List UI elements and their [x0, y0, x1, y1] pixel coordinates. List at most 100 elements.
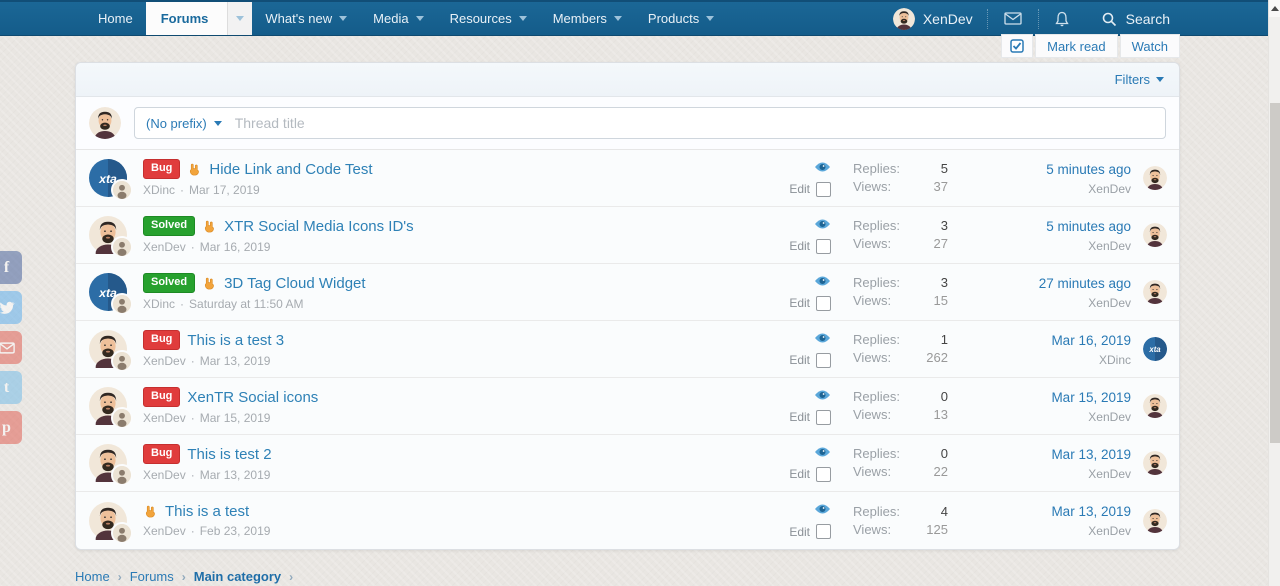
thread-title-link[interactable]: This is a test 3 — [187, 332, 284, 349]
watching-eye-icon — [814, 331, 831, 349]
thread-title-link[interactable]: This is test 2 — [187, 446, 271, 463]
last-post-author[interactable]: XenDev — [983, 467, 1131, 481]
thread-title-input[interactable] — [232, 114, 1154, 132]
thread-author-link[interactable]: XenDev — [143, 524, 186, 538]
views-label: Views: — [853, 236, 892, 251]
bell-icon — [1054, 11, 1069, 26]
replies-count: 0 — [940, 389, 948, 404]
watch-button[interactable]: Watch — [1119, 34, 1180, 58]
nav-item-resources[interactable]: Resources — [437, 2, 540, 35]
thread-author-link[interactable]: XenDev — [143, 240, 186, 254]
last-post-time-link[interactable]: 5 minutes ago — [1046, 162, 1131, 177]
last-poster-avatar[interactable]: xta — [1143, 166, 1167, 190]
thread-title-link[interactable]: XTR Social Media Icons ID's — [224, 218, 414, 235]
prefix-badge[interactable]: Solved — [143, 273, 196, 293]
starter-avatar[interactable]: xta — [89, 387, 133, 429]
edit-checkbox[interactable] — [816, 238, 831, 254]
thread-row: xta Bug Hide Link and Code Test XDinc · … — [76, 150, 1179, 207]
thread-title-link[interactable]: 3D Tag Cloud Widget — [224, 275, 365, 292]
search-icon — [1102, 12, 1116, 26]
prefix-select[interactable]: (No prefix) — [146, 116, 222, 131]
edit-checkbox[interactable] — [816, 352, 831, 368]
thread-author-link[interactable]: XDinc — [143, 297, 175, 311]
last-post-time-link[interactable]: Mar 15, 2019 — [1051, 390, 1131, 405]
last-post-author[interactable]: XenDev — [983, 524, 1131, 538]
thread-author-link[interactable]: XenDev — [143, 354, 186, 368]
breadcrumb-home[interactable]: Home — [75, 569, 110, 584]
tumblr-share-button[interactable]: t — [0, 371, 22, 404]
prefix-badge[interactable]: Bug — [143, 444, 181, 464]
starter-avatar[interactable]: xta — [89, 273, 133, 315]
views-label: Views: — [853, 293, 892, 308]
last-post-time-link[interactable]: 5 minutes ago — [1046, 219, 1131, 234]
edit-checkbox[interactable] — [816, 181, 831, 197]
thread-author-link[interactable]: XenDev — [143, 468, 186, 482]
prefix-badge[interactable]: Solved — [143, 216, 196, 236]
last-post-author[interactable]: XenDev — [983, 410, 1131, 424]
nav-item-members[interactable]: Members — [540, 2, 635, 35]
inbox-button[interactable] — [988, 12, 1038, 25]
starter-avatar[interactable]: xta — [89, 444, 133, 486]
views-count: 27 — [933, 236, 948, 251]
thread-title-link[interactable]: Hide Link and Code Test — [209, 161, 372, 178]
thread-title-link[interactable]: This is a test — [165, 503, 249, 520]
alerts-button[interactable] — [1039, 11, 1085, 27]
scrollbar-thumb[interactable] — [1270, 103, 1280, 443]
chevron-down-icon[interactable] — [227, 2, 253, 35]
scroll-up-button[interactable] — [1269, 0, 1280, 17]
thread-title-link[interactable]: XenTR Social icons — [187, 389, 318, 406]
edit-checkbox[interactable] — [816, 524, 831, 539]
nav-item-whats-new[interactable]: What's new — [252, 2, 360, 35]
nav-item-media[interactable]: Media — [360, 2, 436, 35]
mark-read-button[interactable]: Mark read — [1035, 34, 1118, 58]
edit-checkbox[interactable] — [816, 409, 831, 425]
last-post-author[interactable]: XenDev — [983, 296, 1131, 310]
last-poster-avatar[interactable]: xta — [1143, 280, 1167, 304]
pinterest-share-button[interactable]: p — [0, 411, 22, 444]
last-post-author[interactable]: XenDev — [983, 239, 1131, 253]
thread-author-link[interactable]: XDinc — [143, 183, 175, 197]
last-post-time-link[interactable]: Mar 13, 2019 — [1051, 447, 1131, 462]
last-post-time-link[interactable]: 27 minutes ago — [1039, 276, 1131, 291]
breadcrumb-main-category[interactable]: Main category — [194, 569, 281, 584]
last-post-time-link[interactable]: Mar 13, 2019 — [1051, 504, 1131, 519]
forum-toolbar: Mark read Watch — [1001, 34, 1180, 58]
watching-eye-icon — [814, 445, 831, 463]
account-menu[interactable]: XenDev — [879, 7, 987, 30]
facebook-share-button[interactable]: f — [0, 251, 22, 284]
thread-start-date: Saturday at 11:50 AM — [189, 297, 304, 311]
last-post-time-link[interactable]: Mar 16, 2019 — [1051, 333, 1131, 348]
starter-avatar[interactable]: xta — [89, 216, 133, 258]
vertical-scrollbar[interactable] — [1268, 0, 1280, 586]
thread-row: xta Solved XTR Social Media Icons ID's — [76, 207, 1179, 264]
last-poster-avatar[interactable]: xta — [1143, 508, 1167, 533]
nav-item-forums[interactable]: Forums — [145, 2, 253, 35]
metal-hand-emoji — [202, 219, 217, 234]
twitter-share-button[interactable] — [0, 291, 22, 324]
breadcrumb-forums[interactable]: Forums — [130, 569, 174, 584]
nav-item-products[interactable]: Products — [635, 2, 727, 35]
edit-checkbox[interactable] — [816, 295, 831, 311]
prefix-badge[interactable]: Bug — [143, 387, 181, 407]
prefix-badge[interactable]: Bug — [143, 159, 181, 179]
views-count: 13 — [933, 407, 948, 422]
prefix-badge[interactable]: Bug — [143, 330, 181, 350]
starter-avatar[interactable]: xta — [89, 330, 133, 372]
edit-checkbox[interactable] — [816, 466, 831, 482]
select-all-button[interactable] — [1001, 34, 1034, 58]
last-poster-avatar[interactable]: xta — [1143, 394, 1167, 418]
starter-avatar[interactable]: xta — [89, 159, 133, 201]
last-poster-avatar[interactable]: xta — [1143, 223, 1167, 247]
last-poster-avatar[interactable]: xta — [1143, 451, 1167, 475]
filters-button[interactable]: Filters — [1115, 72, 1164, 87]
last-post-author[interactable]: XenDev — [983, 182, 1131, 196]
starter-avatar[interactable]: xta — [89, 501, 133, 544]
search-button[interactable]: Search — [1085, 11, 1186, 27]
email-share-button[interactable] — [0, 331, 22, 364]
last-poster-avatar[interactable]: xta — [1143, 337, 1167, 361]
nav-item-home[interactable]: Home — [85, 2, 146, 35]
last-post-author[interactable]: XDinc — [983, 353, 1131, 367]
thread-author-link[interactable]: XenDev — [143, 411, 186, 425]
filters-bar: Filters — [76, 63, 1179, 97]
mail-icon — [1003, 12, 1022, 25]
